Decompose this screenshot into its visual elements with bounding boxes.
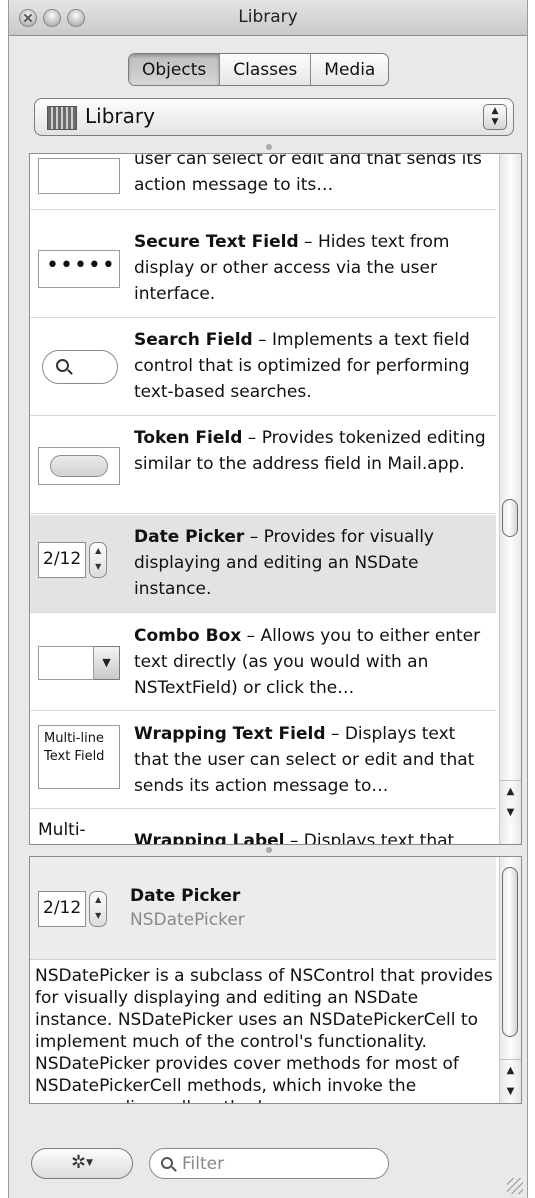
segment-media[interactable]: Media: [311, 54, 388, 85]
scroll-up-arrow-icon[interactable]: ▲: [500, 1059, 521, 1081]
list-item-name: Wrapping Text Field: [134, 724, 326, 744]
list-item[interactable]: Search Field – Implements a text field c…: [30, 319, 496, 416]
object-list: user can select or edit and that sends i…: [29, 153, 522, 845]
object-list-scrollbar[interactable]: ▲ ▼: [499, 154, 521, 844]
stepper-icon: ▲ ▼: [89, 542, 108, 578]
combo-box-field: [38, 646, 94, 680]
split-handle-icon[interactable]: [266, 144, 272, 150]
library-popup-label: Library: [85, 104, 155, 128]
list-item-description: Token Field – Provides tokenized editing…: [134, 425, 492, 477]
list-item[interactable]: Token Field – Provides tokenized editing…: [30, 417, 496, 514]
window-title: Library: [238, 7, 298, 27]
segment-classes[interactable]: Classes: [220, 54, 312, 85]
scroll-down-arrow-icon[interactable]: ▼: [500, 1081, 521, 1103]
list-item-description: Wrapping Label – Displays text that: [134, 828, 492, 845]
detail-header: 2/12 ▲ ▼ Date Picker NSDatePicker: [30, 857, 496, 960]
library-segmented-control: Objects Classes Media: [128, 53, 390, 86]
magnifier-icon: [56, 359, 69, 372]
detail-class-name: NSDatePicker: [130, 910, 245, 930]
list-item-name: Search Field: [134, 330, 253, 350]
filter-input[interactable]: [182, 1152, 372, 1176]
date-picker-thumbnail: 2/12 ▲ ▼: [38, 542, 108, 578]
combo-box-arrow-icon: ▼: [94, 646, 120, 680]
list-item-name: Wrapping Label: [134, 831, 285, 845]
scroll-down-arrow-icon[interactable]: ▼: [500, 802, 521, 824]
search-icon: [161, 1157, 173, 1169]
list-item-description: Date Picker – Provides for visually disp…: [134, 524, 492, 602]
library-window: Library Objects Classes Media Library ▲ ▼…: [8, 0, 528, 1198]
filter-field[interactable]: [149, 1148, 389, 1179]
list-item-name: Token Field: [134, 428, 243, 448]
token-icon: [50, 455, 108, 477]
list-item[interactable]: ▼ Combo Box – Allows you to either enter…: [30, 614, 496, 711]
split-handle-icon[interactable]: [266, 847, 272, 853]
wrapping-label-thumbnail: Multi-: [38, 820, 86, 840]
segment-objects[interactable]: Objects: [129, 54, 221, 85]
token-field-thumbnail: [38, 447, 120, 485]
list-item[interactable]: ••••• Secure Text Field – Hides text fro…: [30, 220, 496, 318]
list-item-description: Search Field – Implements a text field c…: [134, 327, 492, 405]
list-item-name: Combo Box: [134, 626, 242, 646]
detail-scroll-knob[interactable]: [502, 867, 518, 1037]
action-menu-button[interactable]: ✲▼: [31, 1148, 133, 1179]
title-bar[interactable]: Library: [9, 0, 527, 36]
search-field-thumbnail: [42, 350, 118, 384]
detail-object-name: Date Picker: [130, 886, 241, 906]
list-item-name: Secure Text Field: [134, 232, 299, 252]
resize-grip-icon[interactable]: [507, 1178, 523, 1194]
list-item[interactable]: Multi- Wrapping Label – Displays text th…: [30, 810, 496, 845]
gear-icon: ✲: [70, 1152, 87, 1173]
library-popup[interactable]: Library ▲ ▼: [34, 98, 514, 136]
date-picker-field: 2/12: [38, 542, 87, 578]
detail-pane: 2/12 ▲ ▼ Date Picker NSDatePicker NSDateP…: [29, 856, 522, 1104]
popup-arrows-icon: ▲ ▼: [483, 104, 507, 130]
list-item[interactable]: Multi-line Text Field Wrapping Text Fiel…: [30, 712, 496, 809]
object-list-scroll-knob[interactable]: [502, 499, 518, 537]
combo-box-thumbnail: ▼: [38, 646, 120, 680]
stepper-icon: ▲ ▼: [89, 891, 108, 927]
date-picker-thumbnail: 2/12 ▲ ▼: [38, 891, 108, 927]
list-item-description: Wrapping Text Field – Displays text that…: [134, 721, 492, 799]
list-item[interactable]: user can select or edit and that sends i…: [30, 153, 496, 210]
chevron-down-icon: ▼: [86, 1158, 93, 1168]
list-item-description: Secure Text Field – Hides text from disp…: [134, 229, 492, 307]
list-item-selected[interactable]: 2/12 ▲ ▼ Date Picker – Provides for visua…: [30, 515, 496, 613]
scroll-up-arrow-icon[interactable]: ▲: [500, 780, 521, 802]
text-field-thumbnail: [38, 158, 120, 194]
secure-text-field-thumbnail: •••••: [38, 250, 120, 288]
wrapping-text-field-thumbnail: Multi-line Text Field: [38, 725, 120, 789]
detail-scrollbar[interactable]: ▲ ▼: [499, 857, 521, 1103]
list-item-text: – Displays text that: [284, 831, 455, 845]
date-picker-field: 2/12: [38, 891, 87, 927]
list-item-description: user can select or edit and that sends i…: [134, 153, 482, 195]
detail-description: NSDatePicker is a subclass of NSControl …: [35, 966, 493, 1103]
list-item-description: Combo Box – Allows you to either enter t…: [134, 623, 492, 701]
library-book-icon: [47, 106, 77, 130]
list-item-name: Date Picker: [134, 527, 245, 547]
